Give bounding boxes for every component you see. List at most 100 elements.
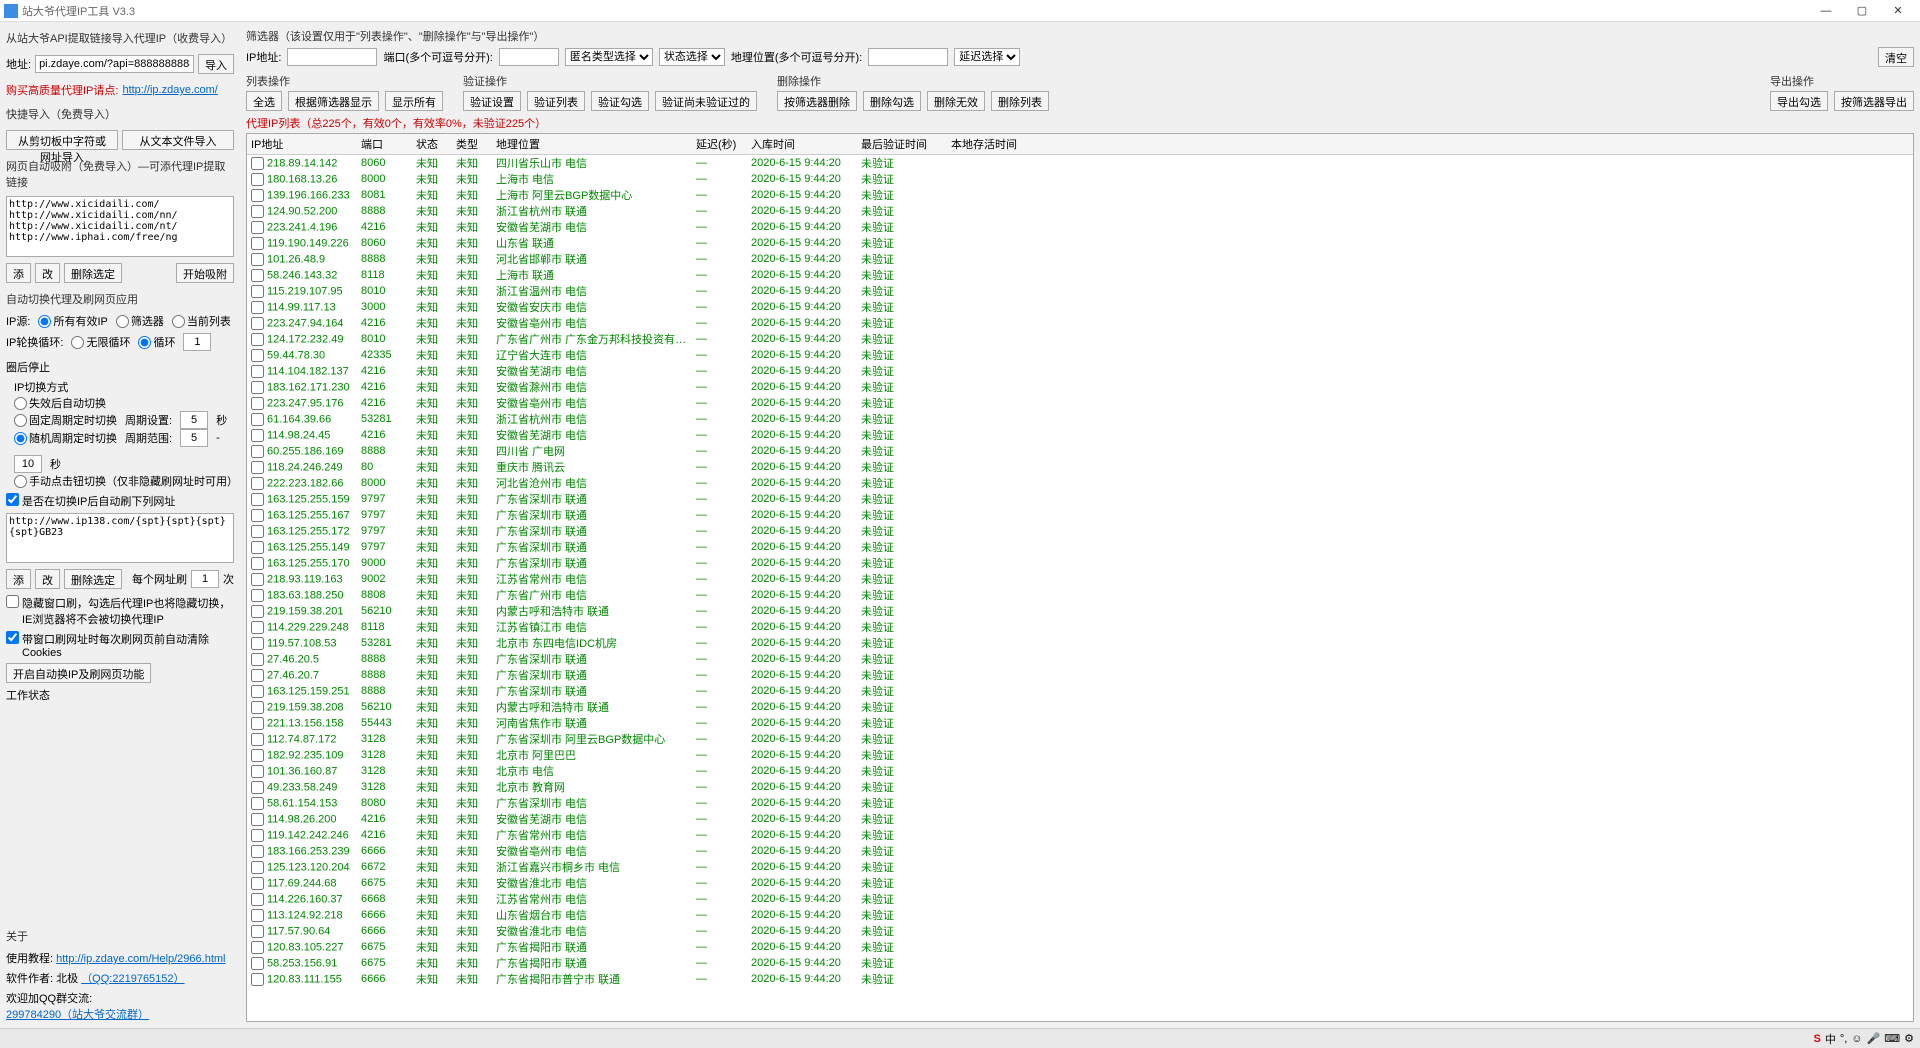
addr-input[interactable] — [35, 55, 194, 73]
show-by-filter-button[interactable]: 根据筛选器显示 — [288, 91, 379, 111]
row-checkbox[interactable] — [251, 333, 264, 346]
table-row[interactable]: 114.226.160.376668未知未知江苏省常州市 电信—2020-6-1… — [247, 891, 1913, 907]
mic-icon[interactable]: 🎤 — [1867, 1032, 1881, 1045]
period-input[interactable] — [180, 411, 208, 429]
row-checkbox[interactable] — [251, 621, 264, 634]
table-row[interactable]: 58.246.143.328118未知未知上海市 联通—2020-6-15 9:… — [247, 267, 1913, 283]
table-row[interactable]: 118.24.246.24980未知未知重庆市 腾讯云—2020-6-15 9:… — [247, 459, 1913, 475]
table-row[interactable]: 60.255.186.1698888未知未知四川省 广电网—2020-6-15 … — [247, 443, 1913, 459]
table-row[interactable]: 125.123.120.2046672未知未知浙江省嘉兴市桐乡市 电信—2020… — [247, 859, 1913, 875]
row-checkbox[interactable] — [251, 605, 264, 618]
table-row[interactable]: 221.13.156.15855443未知未知河南省焦作市 联通—2020-6-… — [247, 715, 1913, 731]
row-checkbox[interactable] — [251, 477, 264, 490]
row-checkbox[interactable] — [251, 637, 264, 650]
delay-select[interactable]: 延迟选择 — [954, 48, 1020, 66]
table-row[interactable]: 101.36.160.873128未知未知北京市 电信—2020-6-15 9:… — [247, 763, 1913, 779]
row-checkbox[interactable] — [251, 285, 264, 298]
hidden-checkbox[interactable] — [6, 595, 19, 608]
table-row[interactable]: 139.196.166.2338081未知未知上海市 阿里云BGP数据中心—20… — [247, 187, 1913, 203]
table-row[interactable]: 112.74.87.1723128未知未知广东省深圳市 阿里云BGP数据中心—2… — [247, 731, 1913, 747]
loop-count-input[interactable] — [183, 333, 211, 351]
row-checkbox[interactable] — [251, 189, 264, 202]
row-checkbox[interactable] — [251, 765, 264, 778]
row-checkbox[interactable] — [251, 525, 264, 538]
row-checkbox[interactable] — [251, 669, 264, 682]
emoji-icon[interactable]: ☺ — [1851, 1033, 1862, 1045]
row-checkbox[interactable] — [251, 733, 264, 746]
table-row[interactable]: 114.104.182.1374216未知未知安徽省芜湖市 电信—2020-6-… — [247, 363, 1913, 379]
table-row[interactable]: 114.98.24.454216未知未知安徽省芜湖市 电信—2020-6-15 … — [247, 427, 1913, 443]
export-checked-button[interactable]: 导出勾选 — [1770, 91, 1828, 111]
radio-no-loop[interactable]: 无限循环 — [71, 334, 130, 350]
table-row[interactable]: 163.125.255.1709000未知未知广东省深圳市 联通—2020-6-… — [247, 555, 1913, 571]
clipboard-import-button[interactable]: 从剪切板中字符或网址导入 — [6, 130, 118, 150]
table-row[interactable]: 223.241.4.1964216未知未知安徽省芜湖市 电信—2020-6-15… — [247, 219, 1913, 235]
textfile-import-button[interactable]: 从文本文件导入 — [122, 130, 234, 150]
table-row[interactable]: 114.99.117.133000未知未知安徽省安庆市 电信—2020-6-15… — [247, 299, 1913, 315]
row-checkbox[interactable] — [251, 557, 264, 570]
delete-selected-button-2[interactable]: 删除选定 — [64, 569, 122, 589]
tutorial-link[interactable]: http://ip.zdaye.com/Help/2966.html — [56, 953, 225, 965]
row-checkbox[interactable] — [251, 269, 264, 282]
range-max-input[interactable] — [14, 455, 42, 473]
row-checkbox[interactable] — [251, 941, 264, 954]
table-row[interactable]: 222.223.182.668000未知未知河北省沧州市 电信—2020-6-1… — [247, 475, 1913, 491]
radio-mode-random[interactable]: 随机周期定时切换 — [14, 430, 117, 446]
row-checkbox[interactable] — [251, 797, 264, 810]
table-row[interactable]: 114.229.229.2488118未知未知江苏省镇江市 电信—2020-6-… — [247, 619, 1913, 635]
row-checkbox[interactable] — [251, 253, 264, 266]
row-checkbox[interactable] — [251, 429, 264, 442]
row-checkbox[interactable] — [251, 893, 264, 906]
minimize-button[interactable]: — — [1808, 1, 1844, 21]
delete-by-filter-button[interactable]: 按筛选器删除 — [777, 91, 857, 111]
start-function-button[interactable]: 开启自动换IP及刷网页功能 — [6, 663, 151, 683]
row-checkbox[interactable] — [251, 717, 264, 730]
author-qq[interactable]: （QQ:2219765152） — [81, 973, 184, 985]
table-row[interactable]: 219.159.38.20156210未知未知内蒙古呼和浩特市 联通—2020-… — [247, 603, 1913, 619]
col-port[interactable]: 端口 — [357, 134, 412, 155]
table-row[interactable]: 117.57.90.646666未知未知安徽省淮北市 电信—2020-6-15 … — [247, 923, 1913, 939]
row-checkbox[interactable] — [251, 317, 264, 330]
clear-filter-button[interactable]: 清空 — [1878, 47, 1914, 67]
table-row[interactable]: 183.166.253.2396666未知未知安徽省亳州市 电信—2020-6-… — [247, 843, 1913, 859]
row-checkbox[interactable] — [251, 925, 264, 938]
verify-list-button[interactable]: 验证列表 — [527, 91, 585, 111]
modify-button[interactable]: 改 — [35, 263, 60, 283]
table-row[interactable]: 59.44.78.3042335未知未知辽宁省大连市 电信—2020-6-15 … — [247, 347, 1913, 363]
row-checkbox[interactable] — [251, 397, 264, 410]
table-row[interactable]: 119.57.108.5353281未知未知北京市 东四电信IDC机房—2020… — [247, 635, 1913, 651]
filter-ip-input[interactable] — [287, 48, 377, 66]
table-row[interactable]: 124.172.232.498010未知未知广东省广州市 广东金万邦科技投资有限… — [247, 331, 1913, 347]
show-all-button[interactable]: 显示所有 — [385, 91, 443, 111]
row-checkbox[interactable] — [251, 221, 264, 234]
ime-icon[interactable]: S — [1813, 1033, 1820, 1045]
filter-port-input[interactable] — [499, 48, 559, 66]
cookie-checkbox[interactable] — [6, 631, 19, 644]
row-checkbox[interactable] — [251, 685, 264, 698]
radio-current-list[interactable]: 当前列表 — [172, 313, 231, 329]
filter-geo-input[interactable] — [868, 48, 948, 66]
table-row[interactable]: 218.89.14.1428060未知未知四川省乐山市 电信—2020-6-15… — [247, 155, 1913, 172]
row-checkbox[interactable] — [251, 509, 264, 522]
close-button[interactable]: ✕ — [1880, 1, 1916, 21]
table-row[interactable]: 115.219.107.958010未知未知浙江省温州市 电信—2020-6-1… — [247, 283, 1913, 299]
row-checkbox[interactable] — [251, 845, 264, 858]
lang-icon[interactable]: 中 — [1825, 1031, 1836, 1047]
radio-loop[interactable]: 循环 — [138, 334, 175, 350]
table-row[interactable]: 101.26.48.98888未知未知河北省邯郸市 联通—2020-6-15 9… — [247, 251, 1913, 267]
row-checkbox[interactable] — [251, 173, 264, 186]
row-checkbox[interactable] — [251, 957, 264, 970]
row-checkbox[interactable] — [251, 541, 264, 554]
row-checkbox[interactable] — [251, 365, 264, 378]
row-checkbox[interactable] — [251, 589, 264, 602]
table-row[interactable]: 117.69.244.686675未知未知安徽省淮北市 电信—2020-6-15… — [247, 875, 1913, 891]
radio-mode-timeout[interactable]: 失效后自动切换 — [14, 395, 106, 411]
table-row[interactable]: 163.125.255.1499797未知未知广东省深圳市 联通—2020-6-… — [247, 539, 1913, 555]
row-checkbox[interactable] — [251, 301, 264, 314]
table-row[interactable]: 119.190.149.2268060未知未知山东省 联通—2020-6-15 … — [247, 235, 1913, 251]
col-geo[interactable]: 地理位置 — [492, 134, 692, 155]
keyboard-icon[interactable]: ⌨ — [1884, 1032, 1900, 1045]
table-row[interactable]: 58.253.156.916675未知未知广东省揭阳市 联通—2020-6-15… — [247, 955, 1913, 971]
maximize-button[interactable]: ▢ — [1844, 1, 1880, 21]
row-checkbox[interactable] — [251, 749, 264, 762]
